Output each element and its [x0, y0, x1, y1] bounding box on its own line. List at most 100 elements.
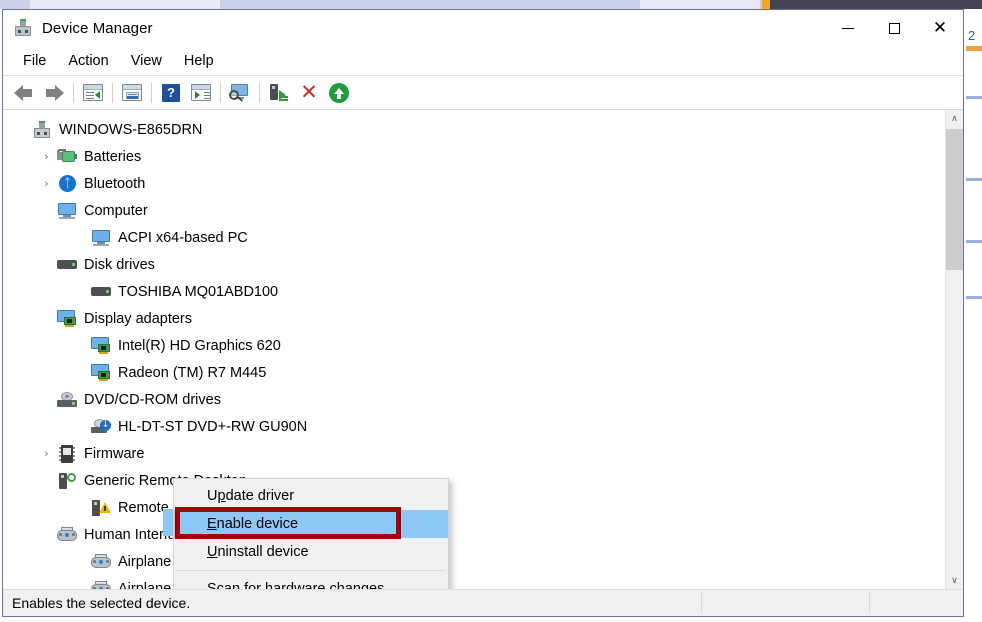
device-tree[interactable]: ⱟ WINDOWS-E865DRN › Batteries › ᛏ — [3, 110, 945, 589]
hid-icon — [57, 526, 77, 544]
show-hide-console-tree-button[interactable] — [78, 79, 108, 106]
expander-icon[interactable]: ⱟ — [40, 258, 53, 271]
tree-item-label: Computer — [84, 203, 148, 219]
expander-icon[interactable]: ⱟ — [40, 204, 53, 217]
menu-help[interactable]: Help — [173, 50, 225, 72]
context-menu[interactable]: Update driver Enable device Uninstall de… — [173, 478, 449, 589]
tree-item-computer[interactable]: ⱟ Computer — [3, 197, 945, 224]
ctx-label-prefix: Sc — [207, 581, 224, 589]
backdrop-orange-bar — [966, 46, 982, 51]
minimize-icon — [842, 28, 854, 29]
menu-view[interactable]: View — [120, 50, 173, 72]
ctx-enable-device[interactable]: Enable device — [174, 510, 448, 538]
backdrop-line-2 — [966, 178, 982, 181]
tree-item-label: Bluetooth — [84, 176, 145, 192]
status-divider-1 — [701, 592, 702, 614]
tree-item-label: Disk drives — [84, 257, 155, 273]
toolbar-separator-2 — [112, 83, 113, 103]
tree-item-label: Batteries — [84, 149, 141, 165]
tree-item-hl-dt-st-dvd-rw-gu90n[interactable]: ↓ HL-DT-ST DVD+-RW GU90N — [3, 413, 945, 440]
status-bar: Enables the selected device. — [3, 589, 963, 616]
minimize-button[interactable] — [825, 10, 871, 46]
bluetooth-icon: ᛏ — [57, 175, 77, 193]
status-divider-2 — [869, 592, 870, 614]
menu-bar: File Action View Help — [3, 46, 963, 76]
expander-icon[interactable]: ⱟ — [40, 528, 53, 541]
tree-item-generic-remote[interactable]: ⱟ Generic Remote Desktop — [3, 467, 945, 494]
enable-device-button[interactable] — [324, 79, 354, 106]
menu-file[interactable]: File — [12, 50, 57, 72]
close-icon: ✕ — [933, 20, 947, 37]
expander-icon[interactable]: › — [40, 150, 53, 163]
uninstall-device-button[interactable]: ✕ — [294, 79, 324, 106]
ctx-separator-1 — [176, 570, 446, 571]
ctx-update-driver[interactable]: Update driver — [174, 482, 448, 510]
toolbar-separator-5 — [259, 83, 260, 103]
ctx-scan-for-hardware-changes[interactable]: Scan for hardware changes — [174, 575, 448, 589]
tree-item-toshiba-mq01abd100[interactable]: TOSHIBA MQ01ABD100 — [3, 278, 945, 305]
tree-item-windows-e865drn[interactable]: ⱟ WINDOWS-E865DRN — [3, 116, 945, 143]
vertical-scrollbar[interactable]: ∧ ∨ — [945, 110, 963, 589]
forward-button[interactable] — [39, 79, 69, 106]
tree-item-human-interface-devices[interactable]: ⱟ Human Interface Devices — [3, 521, 945, 548]
ctx-label-suffix: n for hardware changes — [232, 581, 384, 589]
tree-item-dvd-cd-rom-drives[interactable]: ⱟ DVD/CD-ROM drives — [3, 386, 945, 413]
tree-item-airplane-2[interactable]: Airplane mode switch — [3, 575, 945, 589]
tree-item-airplane-1[interactable]: Airplane mode switch — [3, 548, 945, 575]
expander-icon[interactable]: ⱟ — [40, 393, 53, 406]
tree-item-radeon-tm-r7-m445[interactable]: Radeon (TM) R7 M445 — [3, 359, 945, 386]
console-tree-icon — [83, 84, 103, 101]
hid-icon — [91, 553, 111, 571]
menu-action[interactable]: Action — [57, 50, 119, 72]
expander-icon[interactable]: › — [40, 447, 53, 460]
content-area: ⱟ WINDOWS-E865DRN › Batteries › ᛏ — [3, 110, 963, 589]
monitor-icon — [57, 202, 77, 220]
ctx-label-prefix: U — [207, 488, 217, 504]
tree-item-disk-drives[interactable]: ⱟ Disk drives — [3, 251, 945, 278]
tree-item-remote-desktop-device[interactable]: Remote Desktop Device — [3, 494, 945, 521]
toolbar: ? ✕ — [3, 76, 963, 110]
monitor-icon — [91, 229, 111, 247]
tree-item-bluetooth[interactable]: › ᛏ Bluetooth — [3, 170, 945, 197]
scrollbar-track[interactable] — [946, 270, 963, 572]
close-button[interactable]: ✕ — [917, 10, 963, 46]
display-adapter-icon — [91, 337, 111, 355]
scrollbar-thumb[interactable] — [946, 129, 963, 270]
back-button[interactable] — [9, 79, 39, 106]
tree-item-label: ACPI x64-based PC — [118, 230, 248, 246]
properties-icon — [122, 84, 142, 101]
dvd-drive-disabled-icon: ↓ — [91, 418, 111, 436]
expander-icon[interactable]: ⱟ — [40, 474, 53, 487]
red-x-icon: ✕ — [300, 82, 318, 103]
disk-drive-icon — [57, 256, 77, 274]
maximize-button[interactable] — [871, 10, 917, 46]
ctx-label-accel: U — [207, 544, 217, 560]
tree-item-display-adapters[interactable]: ⱟ Display adapters — [3, 305, 945, 332]
ctx-label-accel: p — [217, 488, 225, 504]
update-driver-button[interactable] — [264, 79, 294, 106]
tree-item-label: WINDOWS-E865DRN — [59, 122, 202, 138]
properties-button[interactable] — [117, 79, 147, 106]
tree-item-acpi-x64-based-pc[interactable]: ACPI x64-based PC — [3, 224, 945, 251]
backdrop-tab-1 — [30, 0, 220, 9]
tree-item-label: DVD/CD-ROM drives — [84, 392, 221, 408]
tree-item-label: Firmware — [84, 446, 144, 462]
tree-item-batteries[interactable]: › Batteries — [3, 143, 945, 170]
toolbar-separator-4 — [220, 83, 221, 103]
scroll-down-button[interactable]: ∨ — [946, 572, 963, 589]
ctx-uninstall-device[interactable]: Uninstall device — [174, 538, 448, 566]
scroll-up-button[interactable]: ∧ — [946, 110, 963, 127]
toolbar-separator-3 — [151, 83, 152, 103]
tree-item-firmware[interactable]: › Firmware — [3, 440, 945, 467]
tree-item-intel-hd-graphics-620[interactable]: Intel(R) HD Graphics 620 — [3, 332, 945, 359]
backdrop-right-panel — [963, 9, 982, 622]
expander-icon[interactable]: › — [40, 177, 53, 190]
backdrop-tab-2 — [640, 0, 760, 9]
expander-icon[interactable]: ⱟ — [40, 312, 53, 325]
expander-icon[interactable]: ⱟ — [15, 123, 28, 136]
maximize-icon — [889, 23, 900, 34]
show-hide-action-pane-button[interactable] — [186, 79, 216, 106]
help-button[interactable]: ? — [156, 79, 186, 106]
backdrop-number: 2 — [968, 28, 975, 43]
scan-for-hardware-changes-button[interactable] — [225, 79, 255, 106]
